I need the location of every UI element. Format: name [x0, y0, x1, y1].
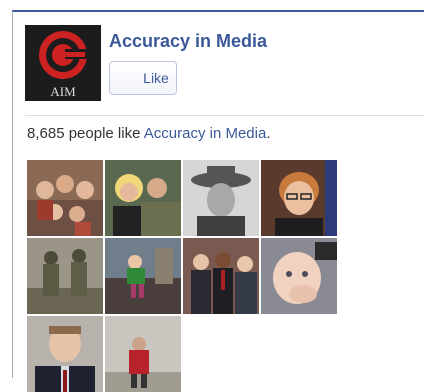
like-count-text: 8,685 people like Accuracy in Media.	[27, 125, 271, 142]
like-count: 8,685 people like	[27, 125, 144, 142]
like-button-label: Like	[143, 70, 169, 86]
page-header: AIM Accuracy in Media Like	[25, 25, 411, 117]
page-logo[interactable]: AIM	[25, 25, 101, 101]
cowboy-portrait-photo-icon[interactable]	[183, 160, 259, 236]
man-suit-photo-icon[interactable]	[27, 316, 103, 392]
woman-glasses-photo-icon[interactable]	[261, 160, 337, 236]
group-event-photo-icon[interactable]	[183, 238, 259, 314]
family-group-photo-icon[interactable]	[27, 160, 103, 236]
logo-text: AIM	[50, 84, 76, 99]
page-link[interactable]: Accuracy in Media	[144, 125, 267, 142]
child-outdoors-photo-icon[interactable]	[105, 238, 181, 314]
couple-soldier-photo-icon[interactable]	[105, 160, 181, 236]
like-button[interactable]: Like	[109, 61, 177, 95]
fan-faces-grid	[27, 160, 347, 392]
person-red-jacket-photo-icon[interactable]	[105, 316, 181, 392]
like-box-widget: AIM Accuracy in Media Like 8,685 people …	[12, 10, 424, 392]
baby-photo-icon[interactable]	[261, 238, 337, 314]
like-count-suffix: .	[266, 125, 271, 142]
soldiers-field-photo-icon[interactable]	[27, 238, 103, 314]
divider	[25, 115, 424, 116]
page-name-link[interactable]: Accuracy in Media	[109, 31, 267, 52]
